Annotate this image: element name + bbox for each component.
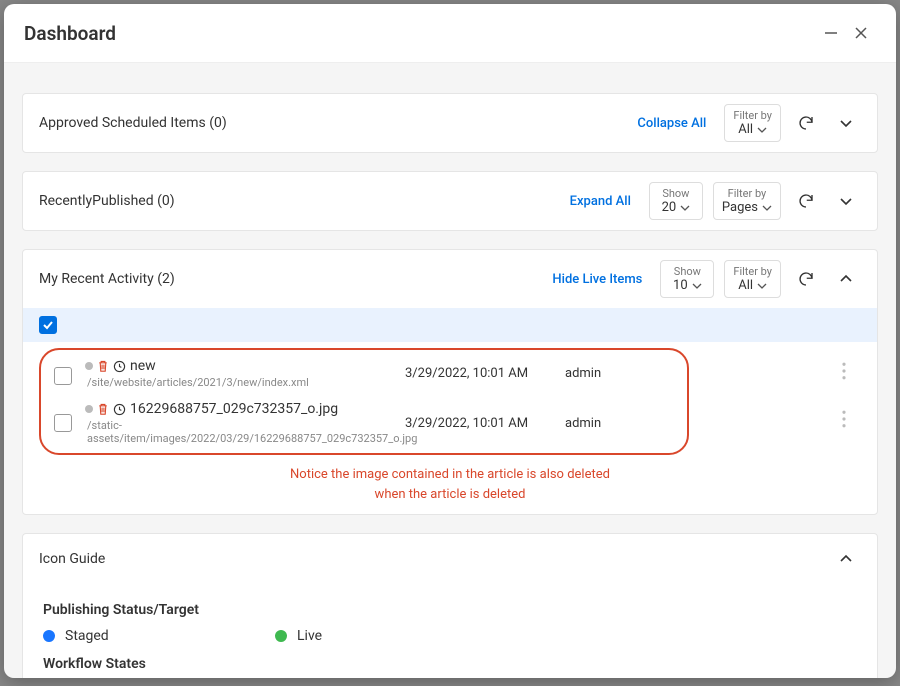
trash-icon xyxy=(97,360,109,373)
published-refresh-button[interactable] xyxy=(791,186,821,216)
row-checkbox[interactable] xyxy=(54,367,72,385)
status-dot-icon xyxy=(85,405,93,413)
filter-label: Filter by xyxy=(733,109,772,122)
filter-label: Filter by xyxy=(728,187,767,200)
published-filter-dropdown[interactable]: Filter by Pages xyxy=(713,182,781,220)
approved-panel: Approved Scheduled Items (0) Collapse Al… xyxy=(22,93,878,153)
row-more-button[interactable] xyxy=(837,362,871,380)
show-label: Show xyxy=(662,187,689,200)
clock-icon xyxy=(113,403,126,416)
minimize-button[interactable] xyxy=(816,18,846,48)
published-panel: RecentlyPublished (0) Expand All Show 20… xyxy=(22,171,878,231)
chevron-down-icon xyxy=(838,115,854,131)
highlight-annotation: new /site/website/articles/2021/3/new/in… xyxy=(39,348,689,455)
annotation-note: Notice the image contained in the articl… xyxy=(23,459,877,514)
guide-collapse-toggle[interactable] xyxy=(831,544,861,574)
filter-label: Filter by xyxy=(733,265,772,278)
table-row: 16229688757_029c732357_o.jpg /static-ass… xyxy=(41,397,687,449)
row-more-button[interactable] xyxy=(837,410,871,428)
activity-collapse-toggle[interactable] xyxy=(831,264,861,294)
legend-live: Live xyxy=(275,628,485,644)
approved-title: Approved Scheduled Items (0) xyxy=(39,115,619,131)
more-vertical-icon xyxy=(837,410,851,428)
chevron-down-icon xyxy=(757,125,767,135)
activity-refresh-button[interactable] xyxy=(791,264,821,294)
published-title: RecentlyPublished (0) xyxy=(39,193,552,209)
chevron-up-icon xyxy=(838,271,854,287)
select-all-checkbox[interactable] xyxy=(39,316,57,334)
hide-live-link[interactable]: Hide Live Items xyxy=(544,272,650,287)
chevron-up-icon xyxy=(838,551,854,567)
dialog-header: Dashboard xyxy=(4,4,896,63)
activity-filter-dropdown[interactable]: Filter by All xyxy=(724,260,781,298)
chevron-down-icon xyxy=(680,203,690,213)
staged-dot-icon xyxy=(43,630,55,642)
published-show-dropdown[interactable]: Show 20 xyxy=(649,182,703,220)
item-user: admin xyxy=(565,416,655,431)
pub-status-heading: Publishing Status/Target xyxy=(43,602,857,618)
chevron-down-icon xyxy=(692,281,702,291)
approved-refresh-button[interactable] xyxy=(791,108,821,138)
clock-icon xyxy=(113,360,126,373)
live-dot-icon xyxy=(275,630,287,642)
item-user: admin xyxy=(565,366,655,381)
item-name: new xyxy=(130,358,156,374)
chevron-down-icon xyxy=(757,281,767,291)
activity-show-dropdown[interactable]: Show 10 xyxy=(660,260,714,298)
more-vertical-icon xyxy=(837,362,851,380)
published-expand-toggle[interactable] xyxy=(831,186,861,216)
legend-staged: Staged xyxy=(43,628,263,644)
approved-filter-dropdown[interactable]: Filter by All xyxy=(724,104,781,142)
activity-panel: My Recent Activity (2) Hide Live Items S… xyxy=(22,249,878,515)
chevron-down-icon xyxy=(838,193,854,209)
workflow-heading: Workflow States xyxy=(43,656,857,672)
minimize-icon xyxy=(823,25,839,41)
dialog-title: Dashboard xyxy=(24,22,816,45)
icon-guide-title: Icon Guide xyxy=(39,551,821,567)
status-dot-icon xyxy=(85,362,93,370)
row-checkbox[interactable] xyxy=(54,414,72,432)
check-icon xyxy=(42,319,54,331)
select-all-bar xyxy=(23,308,877,342)
table-row: new /site/website/articles/2021/3/new/in… xyxy=(41,354,687,397)
approved-expand-toggle[interactable] xyxy=(831,108,861,138)
close-icon xyxy=(853,25,869,41)
item-path: /site/website/articles/2021/3/new/index.… xyxy=(87,376,395,389)
item-name: 16229688757_029c732357_o.jpg xyxy=(130,401,338,417)
item-date: 3/29/2022, 10:01 AM xyxy=(405,416,565,431)
item-date: 3/29/2022, 10:01 AM xyxy=(405,366,565,381)
refresh-icon xyxy=(797,192,815,210)
expand-all-link[interactable]: Expand All xyxy=(562,194,639,209)
trash-icon xyxy=(97,403,109,416)
item-path: /static-assets/item/images/2022/03/29/16… xyxy=(87,419,395,445)
refresh-icon xyxy=(797,114,815,132)
icon-guide-panel: Icon Guide Publishing Status/Target Stag… xyxy=(22,533,878,678)
close-button[interactable] xyxy=(846,18,876,48)
chevron-down-icon xyxy=(762,203,772,213)
show-label: Show xyxy=(674,265,701,278)
collapse-all-link[interactable]: Collapse All xyxy=(629,116,714,131)
refresh-icon xyxy=(797,270,815,288)
activity-title: My Recent Activity (2) xyxy=(39,271,534,287)
